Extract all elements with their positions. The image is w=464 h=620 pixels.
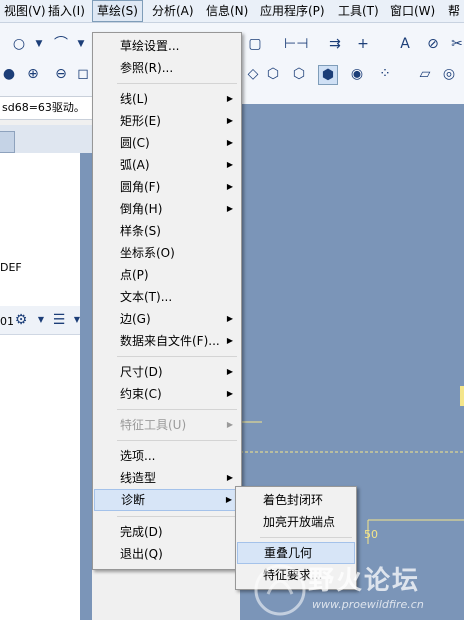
menu-sketch[interactable]: 草绘(S): [92, 0, 143, 22]
tab-model-tree[interactable]: [0, 131, 15, 153]
constraint-tool-icon[interactable]: +: [354, 35, 372, 53]
model-tree: ⚙ ▼ ☰ ▼ DEF 01: [0, 153, 81, 620]
menu-item-edge[interactable]: 边(G) ▶: [94, 308, 240, 330]
circle-tool-icon[interactable]: ○: [10, 35, 28, 53]
separator: [260, 537, 352, 538]
tree-item[interactable]: 01: [0, 315, 14, 328]
graphics-area-left[interactable]: [80, 153, 92, 620]
submenu-arrow-icon: ▶: [226, 473, 233, 482]
submenu-arrow-icon: ▶: [226, 94, 233, 103]
submenu-arrow-icon: ▶: [226, 420, 233, 429]
menu-item-arc[interactable]: 弧(A) ▶: [94, 154, 240, 176]
menu-item-feature-tools: 特征工具(U) ▶: [94, 414, 240, 436]
watermark-url: www.proewildfire.cn: [312, 598, 424, 611]
modify-tool-icon[interactable]: ⇉: [326, 35, 344, 53]
rectangle-tool-icon[interactable]: ▢: [246, 35, 264, 53]
dimension-tool-icon[interactable]: ⊢⊣: [284, 35, 308, 53]
submenu-arrow-icon: ▶: [226, 204, 233, 213]
refit-icon[interactable]: ◻: [74, 65, 92, 83]
separator: [117, 409, 237, 410]
menu-item-line[interactable]: 线(L) ▶: [94, 88, 240, 110]
tree-settings-icon[interactable]: ⚙: [12, 311, 30, 329]
dimension-label[interactable]: 50: [364, 528, 378, 541]
menu-item-text[interactable]: 文本(T)...: [94, 286, 240, 308]
menu-item-chamfer[interactable]: 倒角(H) ▶: [94, 198, 240, 220]
dot-icon[interactable]: ●: [0, 65, 18, 83]
submenu-item-shade-closed-loops[interactable]: 着色封闭环: [237, 489, 355, 511]
cube-icon[interactable]: ◇: [244, 65, 262, 83]
plane-icon[interactable]: ▱: [416, 65, 434, 83]
menu-item-done[interactable]: 完成(D): [94, 521, 240, 543]
zoom-in-icon[interactable]: ⊕: [24, 65, 42, 83]
submenu-arrow-icon: ▶: [226, 336, 233, 345]
zoom-out-icon[interactable]: ⊖: [52, 65, 70, 83]
menu-window[interactable]: 窗口(W): [386, 0, 439, 22]
watermark-logo-icon: [254, 564, 306, 616]
menu-item-dimension[interactable]: 尺寸(D) ▶: [94, 361, 240, 383]
menu-item-options[interactable]: 选项...: [94, 445, 240, 467]
separator: [117, 440, 237, 441]
menu-item-constraint[interactable]: 约束(C) ▶: [94, 383, 240, 405]
menu-info[interactable]: 信息(N): [202, 0, 252, 22]
eye-icon[interactable]: ◎: [440, 65, 458, 83]
separator: [117, 83, 237, 84]
watermark: 野火论坛 www.proewildfire.cn: [250, 558, 464, 620]
submenu-arrow-icon: ▶: [225, 495, 232, 504]
menu-item-spline[interactable]: 样条(S): [94, 220, 240, 242]
separator: [117, 516, 237, 517]
tree-columns-icon[interactable]: ☰: [50, 311, 68, 329]
tree-item[interactable]: DEF: [0, 261, 22, 274]
menu-item-references[interactable]: 参照(R)...: [94, 57, 240, 79]
text-tool-icon[interactable]: A: [396, 35, 414, 53]
chevron-down-icon[interactable]: ▼: [72, 35, 90, 53]
menu-item-sketch-setup[interactable]: 草绘设置...: [94, 35, 240, 57]
message-line: sd68=63驱动。: [0, 96, 94, 120]
menu-item-diagnose[interactable]: 诊断 ▶: [94, 489, 240, 511]
trim-tool-icon[interactable]: ✂: [448, 35, 464, 53]
submenu-arrow-icon: ▶: [226, 389, 233, 398]
palette-tool-icon[interactable]: ⊘: [424, 35, 442, 53]
menu-item-quit[interactable]: 退出(Q): [94, 543, 240, 565]
menu-item-circle[interactable]: 圆(C) ▶: [94, 132, 240, 154]
submenu-arrow-icon: ▶: [226, 314, 233, 323]
no-hidden-icon[interactable]: ⬡: [290, 65, 308, 83]
menu-item-data-from-file[interactable]: 数据来自文件(F)... ▶: [94, 330, 240, 352]
hidden-line-icon[interactable]: ⬡: [264, 65, 282, 83]
shaded-icon[interactable]: ⬢: [318, 65, 338, 85]
menu-view[interactable]: 视图(V): [0, 0, 50, 22]
menu-tools[interactable]: 工具(T): [334, 0, 383, 22]
separator: [117, 356, 237, 357]
menu-item-line-style[interactable]: 线造型 ▶: [94, 467, 240, 489]
submenu-arrow-icon: ▶: [226, 160, 233, 169]
submenu-arrow-icon: ▶: [226, 182, 233, 191]
menu-insert[interactable]: 插入(I): [44, 0, 89, 22]
submenu-arrow-icon: ▶: [226, 138, 233, 147]
menu-item-rectangle[interactable]: 矩形(E) ▶: [94, 110, 240, 132]
chevron-down-icon[interactable]: ▼: [32, 311, 50, 329]
arc-tool-icon[interactable]: ⌒: [52, 35, 70, 53]
menu-item-point[interactable]: 点(P): [94, 264, 240, 286]
sketch-menu: 草绘设置... 参照(R)... 线(L) ▶ 矩形(E) ▶ 圆(C) ▶ 弧(A)…: [92, 32, 242, 570]
chevron-down-icon[interactable]: ▼: [30, 35, 48, 53]
menu-help[interactable]: 帮: [444, 0, 464, 22]
menu-item-coordinate-system[interactable]: 坐标系(O): [94, 242, 240, 264]
menu-bar: 视图(V) 插入(I) 草绘(S) 分析(A) 信息(N) 应用程序(P) 工具…: [0, 0, 464, 23]
menu-item-fillet[interactable]: 圆角(F) ▶: [94, 176, 240, 198]
datum-points-icon[interactable]: ⁘: [376, 65, 394, 83]
watermark-title: 野火论坛: [308, 566, 421, 596]
submenu-arrow-icon: ▶: [226, 116, 233, 125]
datum-display-icon[interactable]: ◉: [348, 65, 366, 83]
menu-applications[interactable]: 应用程序(P): [256, 0, 329, 22]
menu-analysis[interactable]: 分析(A): [148, 0, 198, 22]
submenu-arrow-icon: ▶: [226, 367, 233, 376]
submenu-item-highlight-open-ends[interactable]: 加亮开放端点: [237, 511, 355, 533]
